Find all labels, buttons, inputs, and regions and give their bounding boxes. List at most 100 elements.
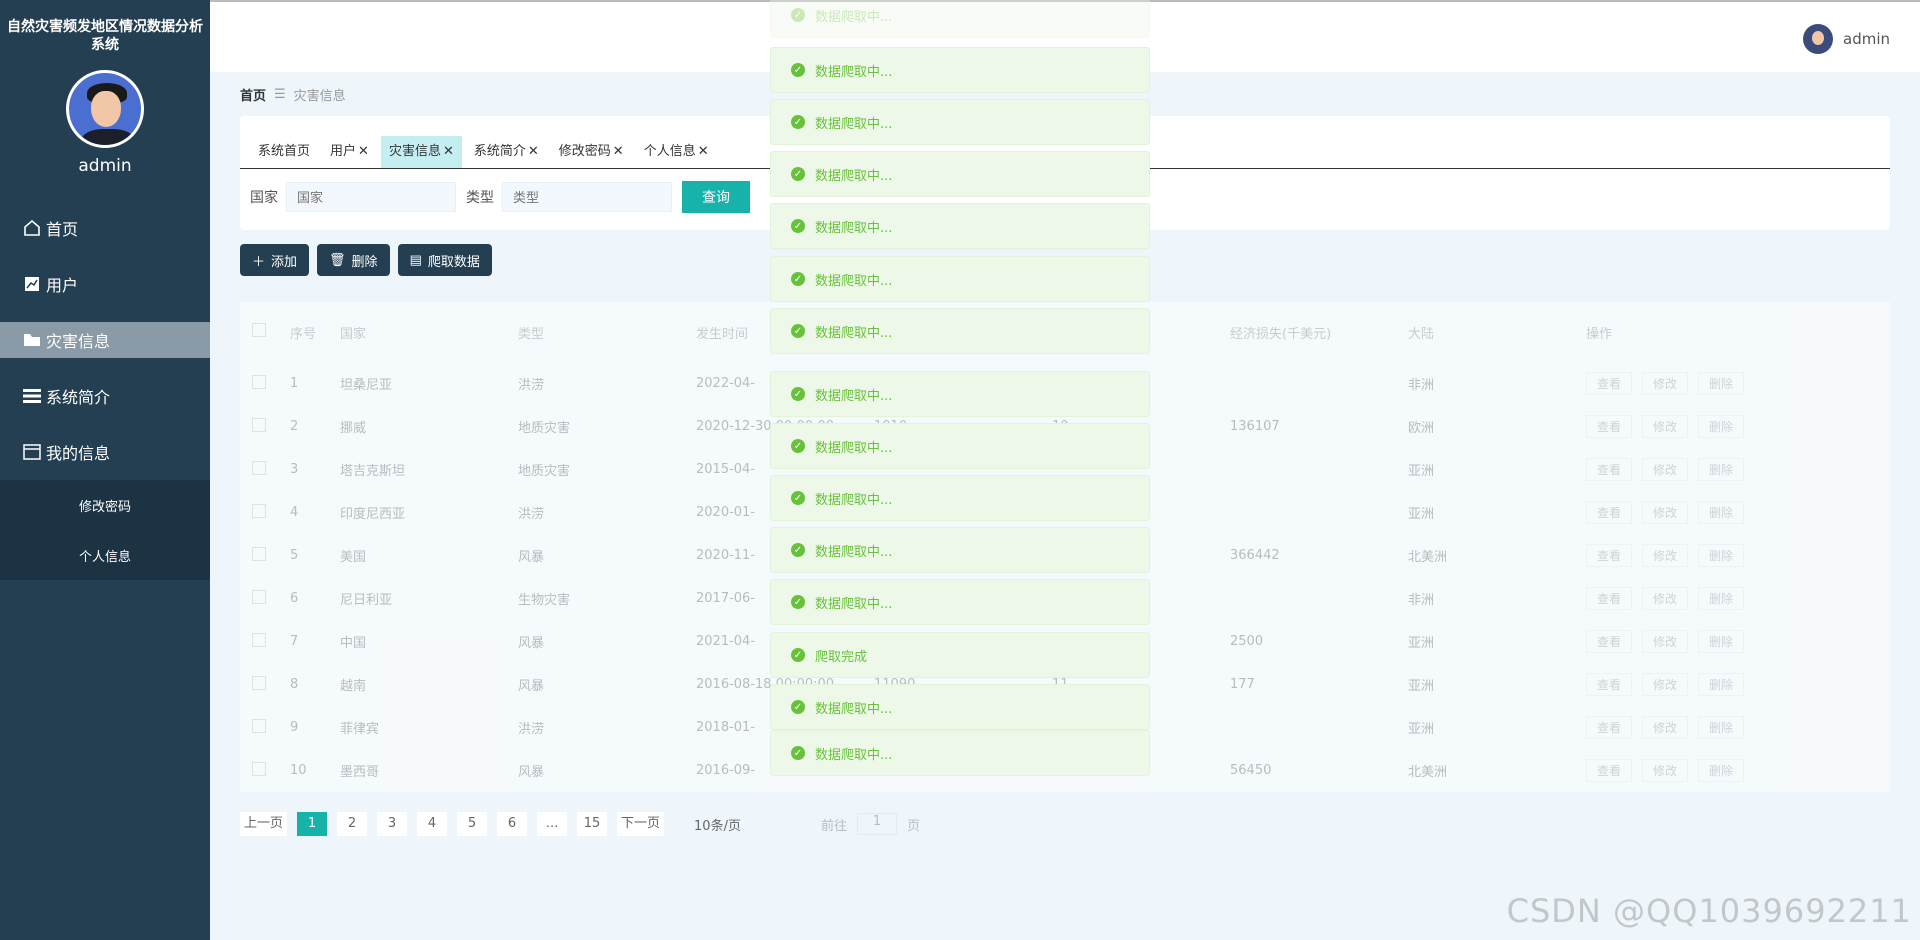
view-button[interactable]: 查看 xyxy=(1586,372,1633,395)
check-circle-icon: ✓ xyxy=(791,595,805,609)
view-button[interactable]: 查看 xyxy=(1586,587,1633,610)
edit-button[interactable]: 修改 xyxy=(1642,501,1689,524)
row-checkbox[interactable] xyxy=(252,417,266,432)
sidebar-subitem-profile[interactable]: 个人信息 xyxy=(0,530,210,580)
col-header[interactable]: 国家 xyxy=(340,302,518,362)
watermark: CSDN @QQ1039692211 xyxy=(1506,892,1912,930)
tab-intro[interactable]: 系统简介 ✕ xyxy=(466,136,547,168)
tab-change-password[interactable]: 修改密码 ✕ xyxy=(551,136,632,168)
sidebar-item-myinfo[interactable]: 我的信息 xyxy=(0,424,210,480)
close-icon[interactable]: ✕ xyxy=(528,144,539,159)
row-checkbox[interactable] xyxy=(252,632,266,647)
toast-text: 数据爬取中... xyxy=(815,440,893,456)
toast-text: 数据爬取中... xyxy=(815,492,893,508)
delete-row-button[interactable]: 删除 xyxy=(1698,372,1745,395)
page-button[interactable]: 6 xyxy=(497,812,528,836)
edit-button[interactable]: 修改 xyxy=(1642,630,1689,653)
col-header[interactable]: 经济损失(千美元) xyxy=(1230,302,1408,362)
close-icon[interactable]: ✕ xyxy=(698,144,709,159)
page-button[interactable]: 3 xyxy=(377,812,408,836)
page-size-select[interactable]: 10条/页 xyxy=(694,815,741,834)
delete-row-button[interactable]: 删除 xyxy=(1698,544,1745,567)
row-checkbox[interactable] xyxy=(252,675,266,690)
edit-button[interactable]: 修改 xyxy=(1642,673,1689,696)
add-button[interactable]: ＋ 添加 xyxy=(240,244,310,276)
app-title: 自然灾害频发地区情况数据分析系统 xyxy=(7,19,203,53)
edit-button[interactable]: 修改 xyxy=(1642,587,1689,610)
breadcrumb-home[interactable]: 首页 xyxy=(240,85,266,104)
delete-row-button[interactable]: 删除 xyxy=(1698,630,1745,653)
delete-button[interactable]: 🗑 删除 xyxy=(317,244,390,276)
view-button[interactable]: 查看 xyxy=(1586,716,1633,739)
table-cell: 3 xyxy=(290,462,299,477)
tab-label: 系统简介 xyxy=(473,144,526,159)
toast-message: ✓ 数据爬取中... xyxy=(770,308,1150,354)
row-checkbox[interactable] xyxy=(252,589,266,604)
row-checkbox[interactable] xyxy=(252,718,266,733)
tab-disaster[interactable]: 灾害信息 ✕ xyxy=(380,136,462,168)
edit-button[interactable]: 修改 xyxy=(1642,458,1689,481)
delete-row-button[interactable]: 删除 xyxy=(1698,673,1745,696)
page-button[interactable]: 1 xyxy=(297,812,328,836)
sidebar-subitem-change-password[interactable]: 修改密码 xyxy=(0,480,210,530)
toast-text: 数据爬取中... xyxy=(815,388,893,404)
next-page-button[interactable]: 下一页 xyxy=(617,812,665,836)
row-checkbox[interactable] xyxy=(252,761,266,776)
prev-page-button[interactable]: 上一页 xyxy=(240,812,288,836)
view-button[interactable]: 查看 xyxy=(1586,501,1633,524)
tab-profile[interactable]: 个人信息 ✕ xyxy=(636,136,717,168)
page-ellipsis[interactable]: ... xyxy=(537,812,568,836)
row-checkbox[interactable] xyxy=(252,460,266,475)
table-cell: 5 xyxy=(290,548,299,563)
view-button[interactable]: 查看 xyxy=(1586,759,1633,782)
view-button[interactable]: 查看 xyxy=(1586,415,1633,438)
delete-row-button[interactable]: 删除 xyxy=(1698,501,1745,524)
row-checkbox[interactable] xyxy=(252,503,266,518)
col-header: 操作 xyxy=(1586,326,1613,342)
top-user-menu[interactable]: admin xyxy=(1803,24,1890,54)
close-icon[interactable]: ✕ xyxy=(358,144,369,159)
edit-button[interactable]: 修改 xyxy=(1642,372,1689,395)
delete-row-button[interactable]: 删除 xyxy=(1698,587,1745,610)
row-checkbox[interactable] xyxy=(252,374,266,389)
page-button[interactable]: 2 xyxy=(337,812,368,836)
tab-users[interactable]: 用户 ✕ xyxy=(322,136,377,168)
sidebar-item-users[interactable]: 用户 xyxy=(0,256,210,312)
delete-row-button[interactable]: 删除 xyxy=(1698,458,1745,481)
sidebar-item-disaster[interactable]: 灾害信息 xyxy=(0,322,210,358)
delete-row-button[interactable]: 删除 xyxy=(1698,415,1745,438)
table-cell: 欧洲 xyxy=(1408,421,1435,436)
view-button[interactable]: 查看 xyxy=(1586,673,1633,696)
page-button[interactable]: 5 xyxy=(457,812,488,836)
tab-label: 灾害信息 xyxy=(388,144,441,159)
type-input[interactable] xyxy=(502,182,672,212)
col-header[interactable]: 类型 xyxy=(518,302,696,362)
close-icon[interactable]: ✕ xyxy=(443,144,454,159)
table-cell xyxy=(1230,491,1408,534)
col-header[interactable]: 大陆 xyxy=(1408,302,1586,362)
country-input[interactable] xyxy=(286,182,456,212)
row-checkbox[interactable] xyxy=(252,546,266,561)
sidebar-item-home[interactable]: 首页 xyxy=(0,200,210,256)
edit-button[interactable]: 修改 xyxy=(1642,716,1689,739)
crawl-button[interactable]: ▤ 爬取数据 xyxy=(397,244,492,276)
edit-button[interactable]: 修改 xyxy=(1642,544,1689,567)
query-button[interactable]: 查询 xyxy=(682,181,750,213)
tab-system-home[interactable]: 系统首页 xyxy=(250,136,318,168)
table-cell: 塔吉克斯坦 xyxy=(340,464,406,479)
view-button[interactable]: 查看 xyxy=(1586,630,1633,653)
page-button[interactable]: 15 xyxy=(577,812,608,836)
breadcrumb-separator-icon: ☰ xyxy=(274,87,286,102)
edit-button[interactable]: 修改 xyxy=(1642,415,1689,438)
view-button[interactable]: 查看 xyxy=(1586,458,1633,481)
table-cell: 非洲 xyxy=(1408,378,1435,393)
delete-row-button[interactable]: 删除 xyxy=(1698,759,1745,782)
sidebar-item-intro[interactable]: 系统简介 xyxy=(0,368,210,424)
delete-row-button[interactable]: 删除 xyxy=(1698,716,1745,739)
edit-button[interactable]: 修改 xyxy=(1642,759,1689,782)
page-button[interactable]: 4 xyxy=(417,812,448,836)
view-button[interactable]: 查看 xyxy=(1586,544,1633,567)
goto-page-input[interactable]: 1 xyxy=(856,813,897,835)
select-all-checkbox[interactable] xyxy=(252,323,266,337)
close-icon[interactable]: ✕ xyxy=(613,144,624,159)
